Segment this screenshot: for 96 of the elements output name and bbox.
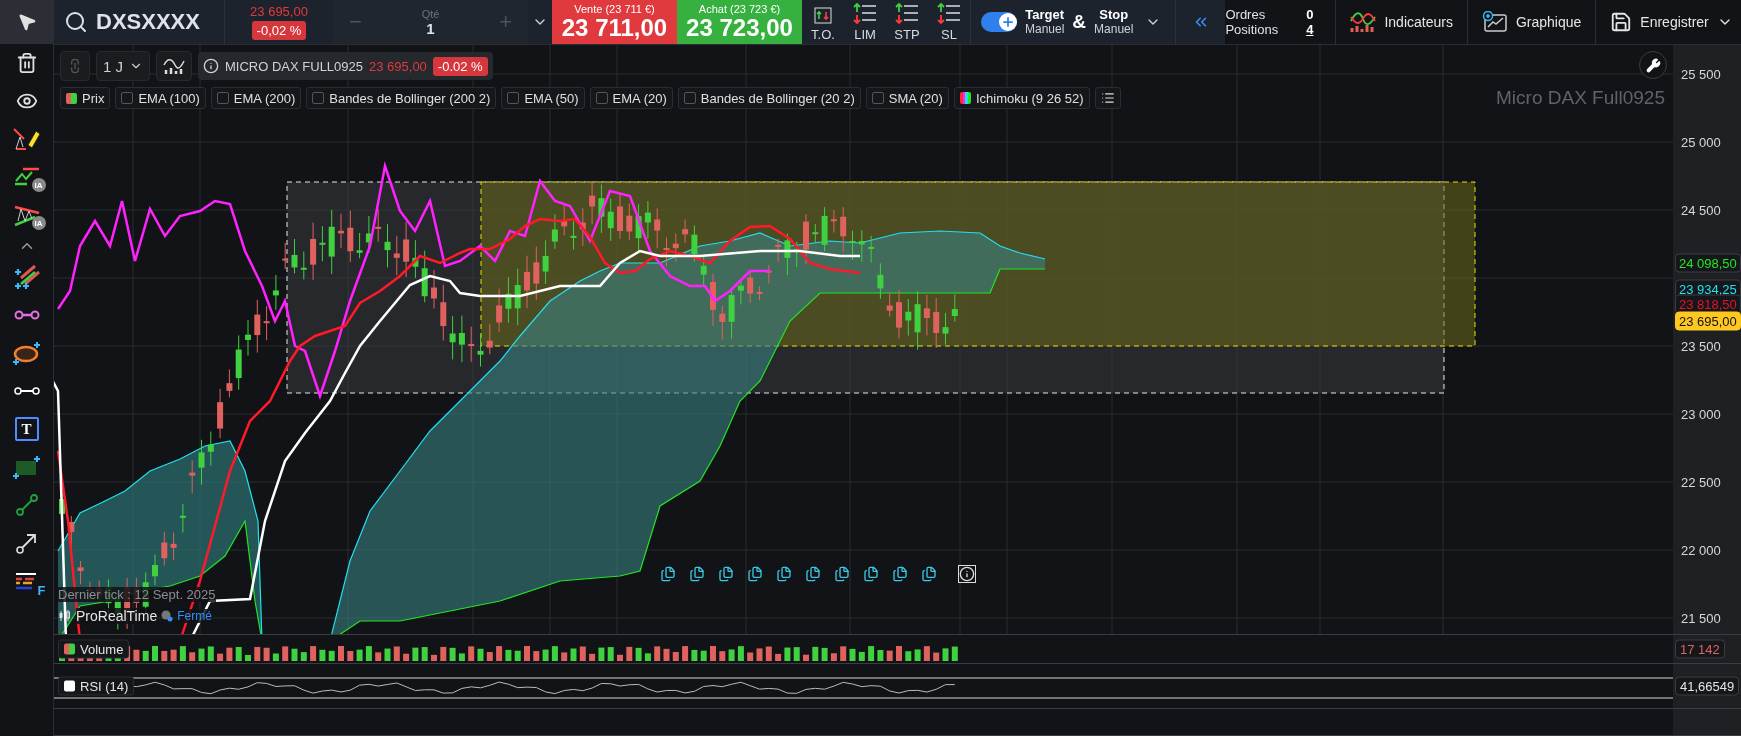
- add-chart-icon: [1481, 11, 1508, 33]
- info-icon[interactable]: [958, 565, 976, 583]
- list-icon: [1100, 91, 1115, 105]
- axis-label: 22 000: [1681, 542, 1721, 558]
- toolbar-button[interactable]: Graphique: [1467, 0, 1597, 44]
- order-type-button[interactable]: STP: [886, 0, 928, 44]
- arrow-icon: [15, 532, 38, 554]
- document-icon[interactable]: [863, 566, 879, 582]
- market-status: Fermé: [177, 609, 212, 623]
- volume-value: 17 142: [1675, 639, 1725, 659]
- target-mode: Manuel: [1025, 22, 1065, 36]
- indicator-toggle[interactable]: Bandes de Bollinger (20 2): [677, 87, 861, 109]
- indicator-toggle[interactable]: EMA (200): [210, 87, 302, 109]
- rectangle-icon: [11, 455, 42, 479]
- positions-link[interactable]: 4: [1306, 22, 1314, 37]
- axis-label: 24 500: [1681, 202, 1721, 218]
- status-dot-icon: [161, 610, 174, 622]
- channel-lines-icon: [12, 203, 41, 227]
- segment-icon: [13, 309, 40, 321]
- price-tag: 23 695,00: [1675, 311, 1741, 331]
- stop-mode: Manuel: [1094, 22, 1134, 36]
- positions-label: Positions: [1225, 22, 1279, 37]
- timeframe-dropdown[interactable]: 1 J: [96, 51, 150, 81]
- last-tick-text: Dernier tick : 12 Sept. 2025: [58, 587, 216, 602]
- info-icon: [203, 58, 219, 74]
- order-levels-icon: [894, 2, 920, 25]
- change-badge: -0.02 %: [432, 56, 488, 76]
- plus-icon: [1001, 15, 1015, 29]
- settings-button[interactable]: [1639, 51, 1667, 79]
- chart-watermark: Micro DAX Full0925: [1496, 87, 1665, 109]
- order-type-button[interactable]: LIM: [844, 0, 886, 44]
- document-icon[interactable]: [892, 566, 908, 582]
- indicator-toggle[interactable]: Bandes de Bollinger (200 2): [306, 87, 497, 109]
- axis-label: 21 500: [1681, 610, 1721, 626]
- save-icon: [1610, 11, 1633, 33]
- toggle-switch[interactable]: [981, 12, 1017, 32]
- last-price: 23 695,00: [250, 4, 308, 19]
- axis-label: 23 500: [1681, 338, 1721, 354]
- document-icon[interactable]: [660, 566, 676, 582]
- list-button[interactable]: [1094, 87, 1121, 109]
- indicator-toggle[interactable]: SMA (20): [865, 87, 949, 109]
- pencil-drawing-icon: [11, 125, 42, 153]
- toolbar-button[interactable]: Enregistrer: [1596, 0, 1741, 44]
- sell-button[interactable]: Vente (23 711 €) 23 711,00: [552, 0, 677, 44]
- segment-icon: [13, 385, 40, 397]
- document-icon[interactable]: [747, 566, 763, 582]
- orders-label: Ordres: [1225, 7, 1267, 22]
- instrument-name: MICRO DAX FULL0925: [225, 58, 363, 74]
- tool-button[interactable]: T: [0, 410, 54, 448]
- trash-icon: [15, 52, 38, 74]
- indicator-toggle[interactable]: Prix: [60, 87, 111, 109]
- document-icon[interactable]: [776, 566, 792, 582]
- volume-legend: Volume: [58, 639, 130, 659]
- indicator-toggle[interactable]: EMA (50): [501, 87, 585, 109]
- indicator-chart-icon: [1350, 11, 1377, 33]
- provider-name: ProRealTime: [76, 608, 158, 624]
- rsi-legend: RSI (14): [58, 676, 135, 696]
- pointer-icon: [16, 12, 37, 32]
- axis-label: 22 500: [1681, 474, 1721, 490]
- axis-label: 25 500: [1681, 66, 1721, 82]
- chart-type-icon: [163, 57, 185, 75]
- order-type-button[interactable]: SL: [928, 0, 970, 44]
- ampersand: &: [1072, 11, 1087, 33]
- order-type-button[interactable]: T.O.: [802, 0, 844, 44]
- document-icon[interactable]: [718, 566, 734, 582]
- orders-count: 0: [1306, 7, 1314, 22]
- tool-button[interactable]: [0, 0, 54, 44]
- stop-label: Stop: [1099, 8, 1129, 22]
- indicator-toggle[interactable]: EMA (20): [589, 87, 673, 109]
- axis-label: 25 000: [1681, 134, 1721, 150]
- chart-type-button[interactable]: [156, 51, 192, 81]
- instrument-price: 23 695,00: [369, 58, 427, 74]
- indicator-toggle[interactable]: EMA (100): [115, 87, 206, 109]
- change-badge: -0,02 %: [251, 21, 307, 40]
- document-icon[interactable]: [921, 566, 937, 582]
- fibonacci-icon: [12, 264, 41, 290]
- ellipse-icon: [11, 341, 42, 365]
- quantity-label: Qté: [421, 7, 440, 20]
- toolbar-button[interactable]: Indicateurs: [1336, 0, 1468, 44]
- document-icon[interactable]: [689, 566, 705, 582]
- quantity-value[interactable]: 1: [426, 19, 435, 37]
- rsi-value: 41,66549: [1675, 676, 1740, 696]
- price-tag: 24 098,50: [1675, 253, 1741, 273]
- search-icon: [64, 10, 88, 34]
- document-icon[interactable]: [805, 566, 821, 582]
- target-label: Target: [1025, 8, 1065, 22]
- document-icon[interactable]: [834, 566, 850, 582]
- wrench-icon: [1645, 57, 1661, 73]
- candles-icon: [58, 609, 72, 623]
- indicator-toggle[interactable]: Ichimoku (9 26 52): [953, 87, 1090, 109]
- order-levels-icon: [852, 2, 878, 25]
- symbol-search[interactable]: DXSXXXX: [54, 0, 225, 44]
- order-levels-icon: [936, 2, 962, 25]
- axis-label: 23 000: [1681, 406, 1721, 422]
- tool-button[interactable]: F: [0, 562, 54, 600]
- line-icon: [15, 494, 38, 516]
